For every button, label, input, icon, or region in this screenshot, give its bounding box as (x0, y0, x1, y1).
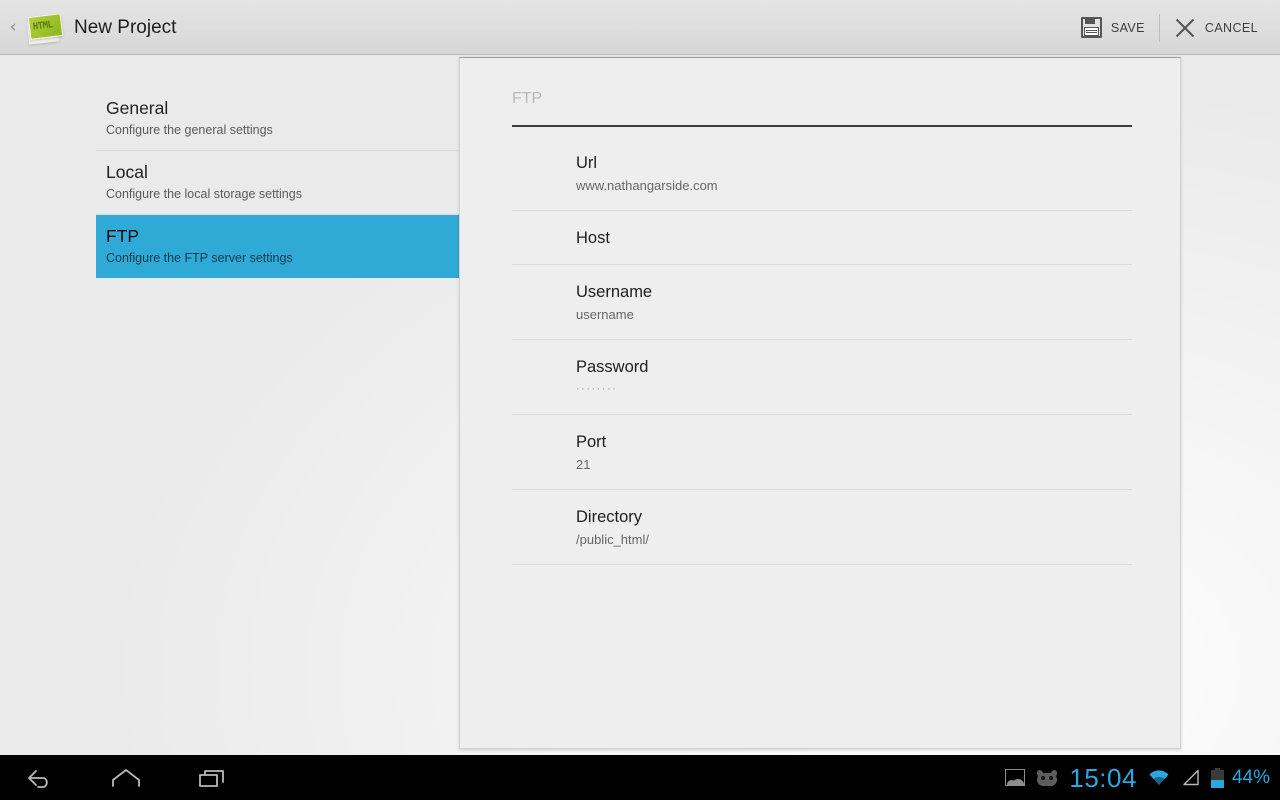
field-password[interactable]: Password ········ (512, 340, 1132, 415)
sidebar-item-title: Local (106, 162, 148, 182)
nav-home-button[interactable] (102, 755, 150, 800)
nav-back-button[interactable] (16, 755, 64, 800)
field-port[interactable]: Port 21 (512, 415, 1132, 490)
android-tablet-screen: ‹ HTML New Project SAVE CANCEL General C… (0, 0, 1280, 800)
action-bar: ‹ HTML New Project SAVE CANCEL (0, 0, 1280, 55)
sidebar-item-ftp[interactable]: FTP Configure the FTP server settings (96, 215, 461, 278)
field-url[interactable]: Url www.nathangarside.com (512, 136, 1132, 211)
field-username[interactable]: Username username (512, 265, 1132, 340)
ftp-settings-panel: FTP Url www.nathangarside.com Host Usern… (459, 57, 1181, 749)
sidebar-item-title: General (106, 98, 169, 118)
nav-recent-apps-button[interactable] (188, 755, 236, 800)
android-bugdroid-icon[interactable] (1036, 768, 1059, 786)
wifi-icon[interactable] (1148, 769, 1170, 786)
icon-html-tag: HTML (32, 19, 54, 33)
field-value: 21 (576, 457, 591, 472)
close-x-icon (1174, 17, 1196, 39)
field-label: Host (576, 229, 610, 247)
header-divider (512, 125, 1132, 127)
settings-sidebar: General Configure the general settings L… (0, 55, 461, 755)
ftp-panel-header-label: FTP (512, 90, 543, 107)
sidebar-list: General Configure the general settings L… (96, 87, 461, 278)
action-bar-actions: SAVE CANCEL (1067, 0, 1272, 55)
field-value: /public_html/ (576, 532, 649, 547)
cell-signal-icon[interactable] (1181, 769, 1200, 786)
field-label: Password (576, 358, 649, 376)
back-chevron-icon[interactable]: ‹ (3, 19, 23, 36)
sidebar-item-subtitle: Configure the FTP server settings (106, 251, 293, 265)
back-arrow-icon (28, 769, 48, 788)
field-label: Url (576, 154, 598, 172)
html-project-icon[interactable]: HTML (25, 12, 64, 46)
field-label: Directory (576, 508, 643, 526)
battery-icon[interactable] (1210, 767, 1224, 788)
navigation-buttons (16, 755, 236, 800)
screenshot-icon[interactable] (1005, 769, 1026, 786)
status-clock[interactable]: 15:04 (1069, 765, 1137, 791)
save-button-label: SAVE (1110, 20, 1145, 35)
floppy-disk-icon (1080, 17, 1102, 38)
action-bar-left: ‹ HTML New Project (0, 0, 176, 55)
save-button[interactable]: SAVE (1067, 0, 1159, 55)
field-label: Port (576, 433, 607, 451)
page-title: New Project (74, 16, 177, 38)
home-icon (112, 768, 140, 787)
battery-percent-label: 44% (1231, 767, 1270, 788)
icon-page-front: HTML (27, 12, 64, 40)
status-icons: 15:04 44% (1005, 755, 1270, 800)
content-area: General Configure the general settings L… (0, 55, 1280, 755)
sidebar-item-general[interactable]: General Configure the general settings (96, 87, 461, 151)
field-host[interactable]: Host (512, 211, 1132, 265)
android-system-bar: 15:04 44% (0, 755, 1280, 800)
sidebar-item-subtitle: Configure the general settings (106, 123, 273, 137)
cancel-button-label: CANCEL (1204, 20, 1258, 35)
field-value: ········ (576, 383, 618, 395)
recent-apps-icon (199, 769, 224, 787)
field-label: Username (576, 283, 653, 301)
sidebar-item-title: FTP (106, 226, 140, 246)
ftp-panel-header: FTP (512, 88, 1132, 127)
field-value: www.nathangarside.com (576, 178, 718, 193)
cancel-button[interactable]: CANCEL (1160, 0, 1272, 55)
ftp-field-list: Url www.nathangarside.com Host Username … (512, 136, 1132, 565)
field-directory[interactable]: Directory /public_html/ (512, 490, 1132, 565)
sidebar-item-subtitle: Configure the local storage settings (106, 187, 302, 201)
sidebar-item-local[interactable]: Local Configure the local storage settin… (96, 151, 461, 215)
field-value: username (576, 307, 634, 322)
